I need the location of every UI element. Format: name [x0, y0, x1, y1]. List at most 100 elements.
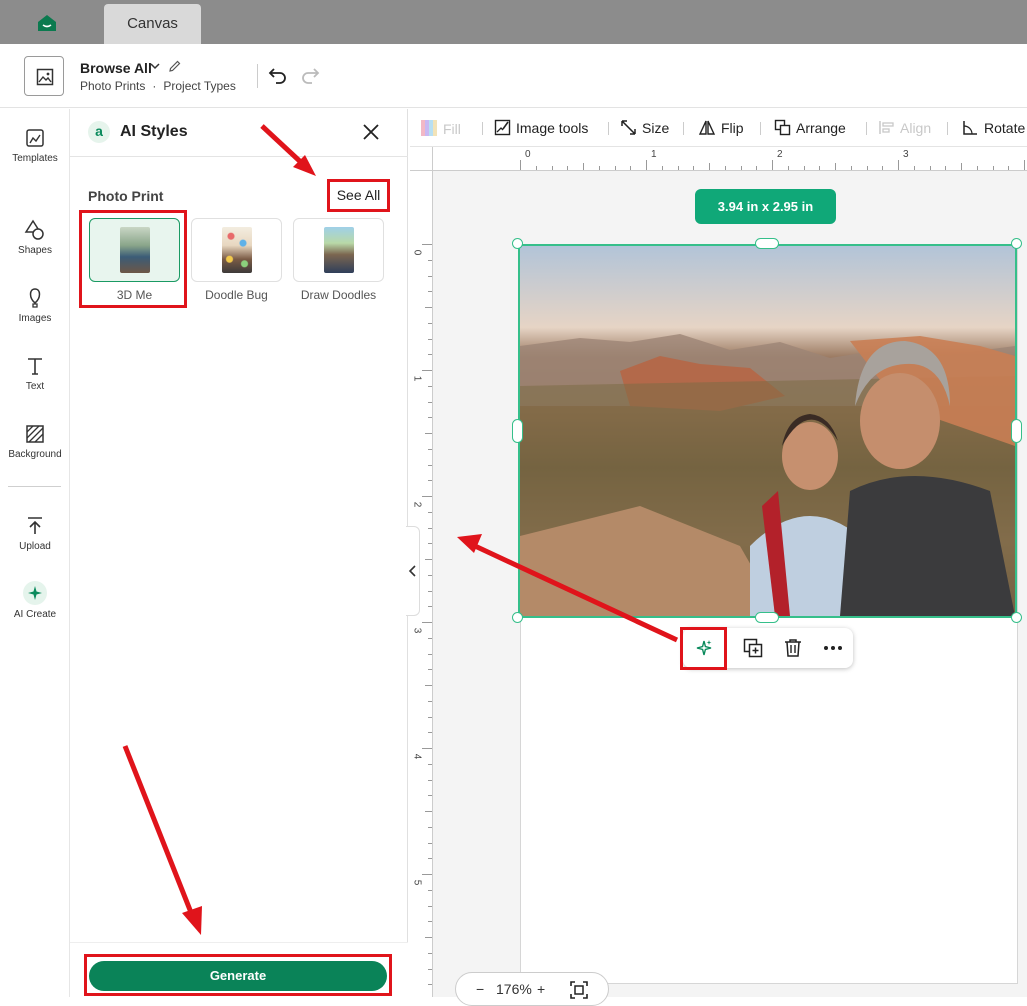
arrange-icon	[774, 119, 791, 136]
ruler-tick	[803, 166, 805, 170]
ruler-tick	[425, 685, 432, 686]
ruler-tick	[646, 160, 647, 170]
more-options-icon[interactable]	[822, 637, 844, 659]
ruler-tick	[428, 527, 432, 529]
chevron-down-icon[interactable]	[150, 61, 160, 71]
ruler-tick	[583, 163, 584, 170]
rail-item-images[interactable]: Images	[0, 287, 70, 324]
ruler-tick	[428, 417, 432, 419]
ruler-tick	[835, 163, 836, 170]
resize-handle-left[interactable]	[512, 419, 523, 443]
ruler-tick	[428, 669, 432, 671]
style-label-doodle-bug: Doodle Bug	[205, 288, 268, 302]
home-icon[interactable]	[36, 13, 58, 33]
toolbar-divider	[683, 122, 684, 135]
image-tools-label: Image tools	[516, 120, 589, 136]
style-card-draw-doodles[interactable]	[293, 218, 384, 282]
redo-icon[interactable]	[300, 65, 320, 85]
sparkle-icon	[23, 581, 47, 605]
style-thumbnail	[324, 227, 354, 273]
rotate-button[interactable]: Rotate	[962, 119, 1025, 136]
tab-bar: Canvas	[0, 0, 1027, 44]
ruler-tick	[929, 166, 931, 170]
align-button: Align	[878, 119, 931, 136]
ruler-tick	[428, 968, 432, 970]
ruler-tick	[866, 166, 868, 170]
ruler-tick	[630, 166, 632, 170]
image-tools-button[interactable]: Image tools	[494, 119, 588, 136]
ruler-tick	[428, 448, 432, 450]
project-header: Browse All Photo Prints · Project Types	[0, 44, 1027, 108]
breadcrumb-project-types[interactable]: Project Types	[163, 79, 235, 93]
project-thumbnail-button[interactable]	[24, 56, 64, 96]
resize-handle-bottom-left[interactable]	[512, 612, 523, 623]
ruler-tick	[428, 763, 432, 765]
ruler-top-label: 3	[903, 149, 909, 160]
rail-item-shapes[interactable]: Shapes	[0, 219, 70, 256]
header-divider	[257, 64, 258, 88]
ruler-tick	[520, 160, 521, 170]
ai-logo-icon: a	[88, 121, 110, 143]
flip-button[interactable]: Flip	[698, 119, 744, 136]
size-label: Size	[642, 120, 670, 136]
rail-item-templates[interactable]: Templates	[0, 127, 70, 164]
ruler-tick	[913, 166, 915, 170]
ruler-tick	[661, 166, 663, 170]
rail-item-upload[interactable]: Upload	[0, 515, 70, 552]
selected-photo[interactable]	[518, 244, 1017, 618]
resize-handle-top-left[interactable]	[512, 238, 523, 249]
project-title[interactable]: Browse All	[80, 60, 152, 76]
style-card-doodle-bug[interactable]	[191, 218, 282, 282]
text-icon	[28, 358, 42, 375]
chevron-left-icon	[408, 565, 416, 577]
ruler-tick	[425, 307, 432, 308]
ruler-tick	[976, 166, 978, 170]
resize-handle-right[interactable]	[1011, 419, 1022, 443]
rail-label-templates: Templates	[12, 153, 58, 164]
tab-canvas[interactable]: Canvas	[104, 4, 201, 44]
ruler-tick	[422, 748, 432, 749]
pencil-icon[interactable]	[168, 59, 182, 73]
ruler-tick	[992, 166, 994, 170]
rail-item-text[interactable]: Text	[0, 355, 70, 392]
section-photo-print: Photo Print	[88, 188, 164, 204]
image-tools-icon	[494, 119, 511, 136]
resize-handle-top[interactable]	[755, 238, 779, 249]
rail-item-background[interactable]: Background	[0, 423, 70, 460]
ruler-tick	[598, 166, 600, 170]
panel-header: a AI Styles	[70, 109, 408, 157]
resize-handle-bottom[interactable]	[755, 612, 779, 623]
ruler-tick	[425, 811, 432, 812]
undo-icon[interactable]	[268, 65, 288, 85]
images-icon	[29, 288, 41, 308]
resize-handle-top-right[interactable]	[1011, 238, 1022, 249]
rail-divider	[8, 486, 61, 487]
ruler-tick	[428, 826, 432, 828]
ruler-top-label: 2	[777, 149, 783, 160]
zoom-out-button[interactable]: −	[476, 981, 484, 997]
trash-icon[interactable]	[782, 637, 804, 659]
duplicate-icon[interactable]	[742, 637, 764, 659]
panel-title: AI Styles	[120, 123, 188, 140]
ruler-tick	[422, 244, 432, 245]
arrange-button[interactable]: Arrange	[774, 119, 846, 136]
ruler-tick	[945, 166, 947, 170]
rail-item-ai-create[interactable]: AI Create	[0, 581, 70, 620]
size-button[interactable]: Size	[620, 119, 669, 136]
ruler-top-label: 0	[525, 149, 531, 160]
close-icon[interactable]	[362, 123, 380, 141]
zoom-in-button[interactable]: +	[537, 981, 545, 997]
panel-collapse-tab[interactable]	[406, 526, 420, 616]
breadcrumb-photo-prints[interactable]: Photo Prints	[80, 79, 145, 93]
fit-to-screen-icon[interactable]	[570, 981, 588, 999]
resize-handle-bottom-right[interactable]	[1011, 612, 1022, 623]
templates-icon	[26, 129, 44, 147]
ruler-tick	[961, 163, 962, 170]
highlight-box-generate	[84, 954, 392, 996]
fill-button: Fill	[420, 119, 461, 137]
ruler-tick	[772, 160, 773, 170]
ruler-tick	[551, 166, 553, 170]
see-all-link[interactable]: See All	[327, 179, 390, 212]
ruler-tick	[724, 166, 726, 170]
rail-label-background: Background	[8, 449, 62, 460]
